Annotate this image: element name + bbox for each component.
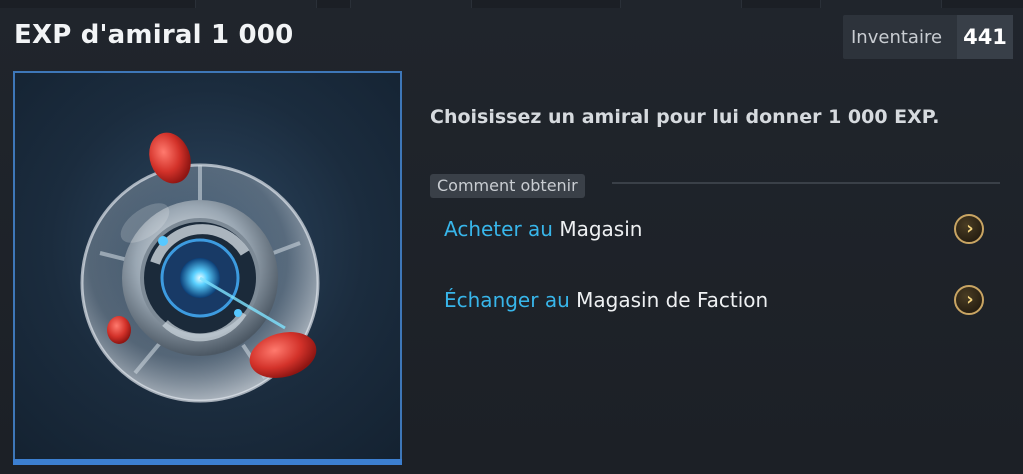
inventory-value: 441 bbox=[957, 15, 1013, 59]
obtain-action-text: Échanger au bbox=[444, 288, 570, 312]
obtain-option-label: Échanger au Magasin de Faction bbox=[444, 288, 768, 312]
admiral-exp-orb-icon bbox=[80, 132, 320, 403]
chevron-right-icon: › bbox=[966, 289, 974, 310]
item-frame-underline bbox=[13, 459, 402, 465]
chevron-right-icon: › bbox=[966, 218, 974, 239]
how-to-obtain-label: Comment obtenir bbox=[430, 174, 585, 198]
go-to-shop-button[interactable]: › bbox=[954, 214, 984, 244]
inventory-count: Inventaire 441 bbox=[843, 15, 1013, 59]
obtain-target-text: Magasin bbox=[559, 217, 643, 241]
section-divider bbox=[612, 182, 1000, 184]
inventory-label: Inventaire bbox=[851, 26, 943, 48]
obtain-option-faction-shop[interactable]: Échanger au Magasin de Faction › bbox=[444, 280, 984, 320]
go-to-faction-shop-button[interactable]: › bbox=[954, 285, 984, 315]
obtain-action-text: Acheter au bbox=[444, 217, 553, 241]
item-description: Choisissez un amiral pour lui donner 1 0… bbox=[430, 106, 940, 128]
item-title: EXP d'amiral 1 000 bbox=[14, 20, 294, 50]
obtain-target-text: Magasin de Faction bbox=[576, 288, 769, 312]
item-detail-dialog: EXP d'amiral 1 000 Inventaire 441 Choisi… bbox=[0, 8, 1023, 474]
item-image-frame bbox=[13, 71, 402, 461]
obtain-option-label: Acheter au Magasin bbox=[444, 217, 642, 241]
obtain-option-shop[interactable]: Acheter au Magasin › bbox=[444, 209, 984, 249]
